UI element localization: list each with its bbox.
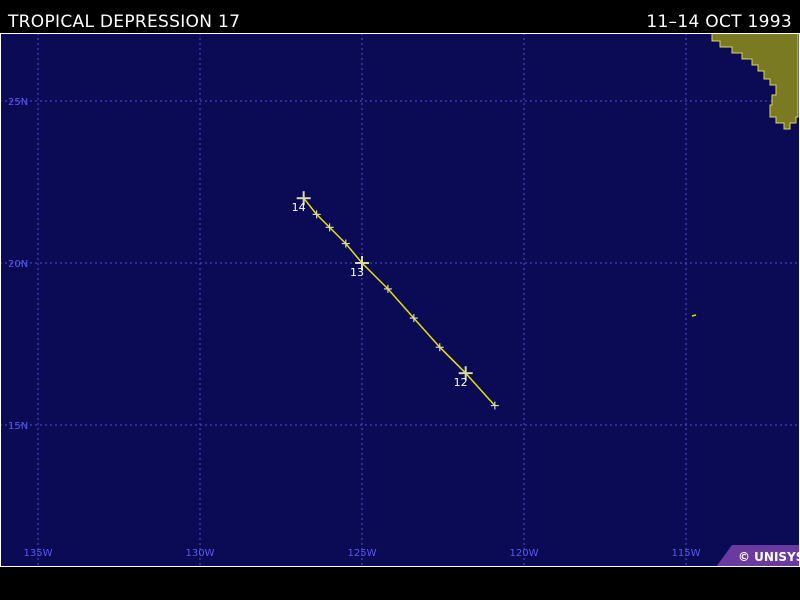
day-label: 14 xyxy=(292,201,306,214)
longitude-label: 115W xyxy=(672,548,701,559)
day-label: 12 xyxy=(454,376,468,389)
longitude-label: 135W xyxy=(24,548,53,559)
longitude-label: 120W xyxy=(510,548,539,559)
ocean-background xyxy=(0,33,800,567)
latitude-label: 25N xyxy=(8,97,28,108)
storm-track-map: 135W 130W 125W 120W 115W 25N 20N 15N 14 13 12 © U… xyxy=(0,33,800,567)
latitude-label: 20N xyxy=(8,259,28,270)
longitude-label: 125W xyxy=(348,548,377,559)
storm-track-page: TROPICAL DEPRESSION 17 11–14 OCT 1993 13… xyxy=(0,0,800,600)
longitude-label: 130W xyxy=(186,548,215,559)
island-marker xyxy=(691,314,697,317)
day-label: 13 xyxy=(350,266,364,279)
credit-text: © UNISYS xyxy=(738,550,800,564)
latitude-label: 15N xyxy=(8,421,28,432)
storm-dates: 11–14 OCT 1993 xyxy=(646,12,792,32)
storm-title: TROPICAL DEPRESSION 17 xyxy=(8,12,241,32)
